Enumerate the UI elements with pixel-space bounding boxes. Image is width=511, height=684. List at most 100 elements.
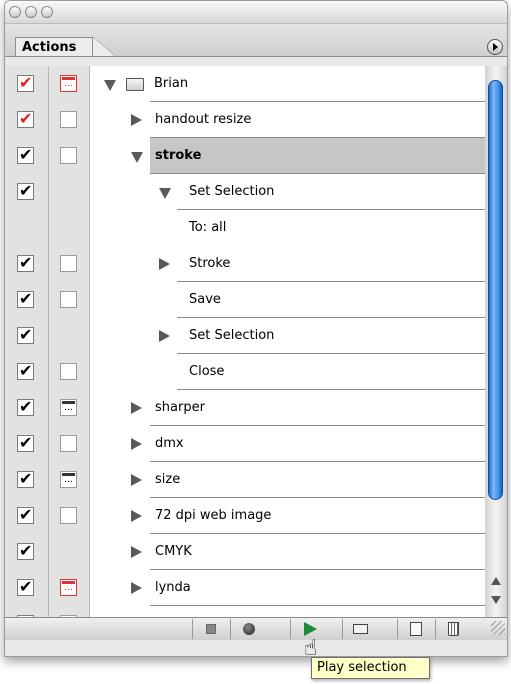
toggle-item-checkbox[interactable]: ✔: [17, 541, 34, 560]
tab-actions[interactable]: Actions: [15, 37, 93, 56]
folder-icon: [126, 78, 144, 91]
collapsed-triangle-icon[interactable]: [131, 474, 142, 486]
zoom-window-button[interactable]: [41, 6, 53, 18]
toggle-item-checkbox[interactable]: ✔: [17, 433, 34, 452]
stop-playing-button[interactable]: [192, 619, 228, 639]
action-row[interactable]: To: all: [5, 210, 485, 246]
toggle-item-checkbox[interactable]: ✔: [17, 109, 34, 128]
action-label: lynda: [155, 580, 191, 595]
checkmark-icon: ✔: [19, 397, 33, 416]
toggle-item-checkbox[interactable]: ✔: [17, 253, 34, 272]
begin-recording-button[interactable]: [230, 619, 266, 639]
action-row[interactable]: ✔ … Brian: [5, 66, 485, 102]
action-row[interactable]: ✔ handout resize: [5, 102, 485, 138]
palette-titlebar[interactable]: [5, 1, 507, 24]
toggle-item-checkbox[interactable]: ✔: [17, 145, 34, 164]
expanded-triangle-icon[interactable]: [131, 152, 143, 163]
action-row[interactable]: ✔ Set Selection: [5, 174, 485, 210]
scroll-up-arrow-icon[interactable]: [491, 577, 501, 585]
action-row[interactable]: ✔ Set Selection: [5, 318, 485, 354]
toggle-dialog-icon[interactable]: [60, 435, 77, 452]
action-label: handout resize: [155, 112, 252, 127]
folder-icon: [353, 624, 368, 634]
collapsed-triangle-icon[interactable]: [131, 546, 142, 558]
checkmark-icon: ✔: [19, 469, 33, 488]
toggle-dialog-icon[interactable]: [60, 255, 77, 272]
action-label: Brian: [154, 76, 189, 91]
checkmark-icon: ✔: [19, 73, 33, 92]
action-row[interactable]: ✔ stroke: [5, 138, 485, 174]
toggle-dialog-icon[interactable]: …: [60, 579, 77, 596]
collapsed-triangle-icon[interactable]: [131, 438, 142, 450]
action-row[interactable]: ✔ dmx: [5, 426, 485, 462]
collapsed-triangle-icon[interactable]: [131, 582, 142, 594]
checkmark-icon: ✔: [19, 505, 33, 524]
toggle-dialog-icon[interactable]: [60, 507, 77, 524]
action-row[interactable]: ✔ … sharper: [5, 390, 485, 426]
toggle-item-checkbox[interactable]: ✔: [17, 325, 34, 344]
actions-panel: Actions ✔ … Brian ✔ handout resize ✔ stroke ✔ Se…: [4, 0, 508, 657]
action-row[interactable]: ✔ 72 dpi web image: [5, 498, 485, 534]
toggle-dialog-icon[interactable]: [60, 147, 77, 164]
toggle-item-checkbox[interactable]: ✔: [17, 289, 34, 308]
actions-list: ✔ … Brian ✔ handout resize ✔ stroke ✔ Set Select…: [5, 66, 485, 632]
action-row[interactable]: ✔ … lynda: [5, 570, 485, 606]
action-label: sharper: [155, 400, 205, 415]
resize-grip[interactable]: [491, 621, 505, 635]
toggle-item-checkbox[interactable]: ✔: [17, 469, 34, 488]
close-window-button[interactable]: [9, 6, 21, 18]
actions-toolbar: [5, 617, 507, 640]
toggle-item-checkbox[interactable]: ✔: [17, 577, 34, 596]
dialog-dots: …: [64, 475, 73, 485]
checkmark-icon: ✔: [19, 361, 33, 380]
trash-icon: [448, 622, 459, 636]
minimize-window-button[interactable]: [25, 6, 37, 18]
action-row[interactable]: ✔ Save: [5, 282, 485, 318]
toggle-dialog-icon[interactable]: [60, 291, 77, 308]
play-icon: [304, 622, 317, 636]
collapsed-triangle-icon[interactable]: [159, 330, 170, 342]
toggle-dialog-icon[interactable]: [60, 363, 77, 380]
action-row[interactable]: ✔ CMYK: [5, 534, 485, 570]
checkmark-icon: ✔: [19, 181, 33, 200]
scrollbar-thumb[interactable]: [488, 80, 503, 500]
action-row[interactable]: ✔ Close: [5, 354, 485, 390]
vertical-scrollbar[interactable]: [485, 66, 507, 617]
action-label: stroke: [155, 148, 202, 163]
expanded-triangle-icon[interactable]: [159, 188, 171, 199]
toggle-item-checkbox[interactable]: ✔: [17, 397, 34, 416]
action-row[interactable]: ✔ Stroke: [5, 246, 485, 282]
action-label: Save: [189, 292, 221, 307]
toggle-item-checkbox[interactable]: ✔: [17, 73, 34, 92]
action-label: To: all: [189, 220, 227, 235]
toggle-dialog-icon[interactable]: …: [60, 75, 77, 92]
toggle-item-checkbox[interactable]: ✔: [17, 361, 34, 380]
expanded-triangle-icon[interactable]: [104, 80, 116, 91]
checkmark-icon: ✔: [19, 541, 33, 560]
dialog-dots: …: [64, 583, 73, 593]
delete-button[interactable]: [435, 619, 471, 639]
tab-bar: Actions: [5, 24, 507, 57]
toggle-item-checkbox[interactable]: ✔: [17, 505, 34, 524]
toggle-dialog-icon[interactable]: [60, 111, 77, 128]
palette-menu-button[interactable]: [487, 39, 503, 55]
action-label: Set Selection: [189, 184, 275, 199]
action-label: Stroke: [189, 256, 231, 271]
create-new-action-button[interactable]: [397, 619, 433, 639]
action-label: Close: [189, 364, 225, 379]
action-label: dmx: [155, 436, 184, 451]
toggle-dialog-icon[interactable]: …: [60, 471, 77, 488]
tab-edge: [93, 37, 115, 56]
toggle-dialog-icon[interactable]: …: [60, 399, 77, 416]
collapsed-triangle-icon[interactable]: [131, 402, 142, 414]
collapsed-triangle-icon[interactable]: [131, 114, 142, 126]
action-row[interactable]: ✔ … size: [5, 462, 485, 498]
collapsed-triangle-icon[interactable]: [159, 258, 170, 270]
action-label: size: [155, 472, 181, 487]
record-icon: [243, 623, 255, 635]
toggle-item-checkbox[interactable]: ✔: [17, 181, 34, 200]
collapsed-triangle-icon[interactable]: [131, 510, 142, 522]
create-new-set-button[interactable]: [342, 619, 378, 639]
tooltip: Play selection: [311, 657, 430, 679]
scroll-down-arrow-icon[interactable]: [491, 596, 501, 604]
